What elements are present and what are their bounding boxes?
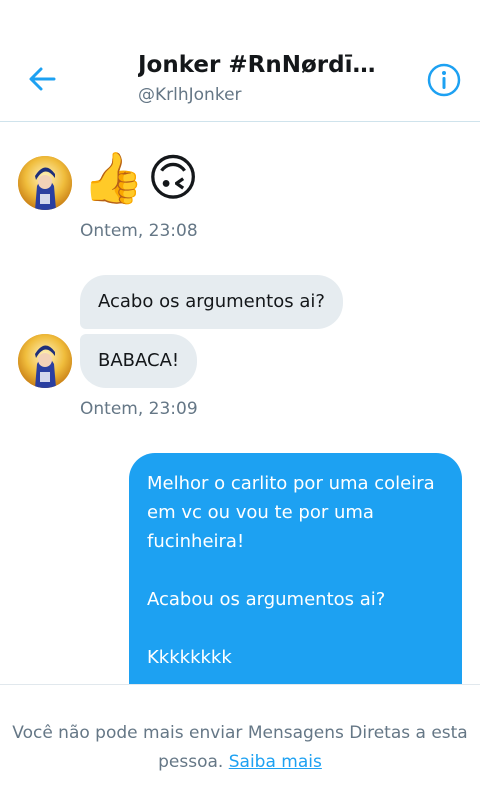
message-line: fucinheira! bbox=[147, 531, 245, 552]
conversation-title[interactable]: Jonker #RnNørdīčø... bbox=[138, 52, 388, 78]
message-line: Kkkkkkkk bbox=[147, 647, 232, 668]
conversation-header: Jonker #RnNørdīčø... @KrlhJonker bbox=[0, 0, 480, 122]
avatar-image bbox=[18, 334, 72, 388]
incoming-message-bubble[interactable]: BABACA! bbox=[80, 334, 198, 388]
thumbs-up-emoji: 👍 bbox=[82, 149, 145, 207]
learn-more-link[interactable]: Saiba mais bbox=[229, 752, 322, 772]
avatar[interactable] bbox=[18, 334, 72, 388]
upside-down-face-emoji: 🙃 bbox=[147, 149, 200, 207]
dm-disabled-footer: Você não pode mais enviar Mensagens Dire… bbox=[0, 684, 480, 800]
avatar-image bbox=[18, 156, 72, 210]
outgoing-message-bubble[interactable]: Melhor o carlito por uma coleira em vc o… bbox=[129, 453, 462, 713]
arrow-left-icon[interactable] bbox=[26, 63, 58, 95]
incoming-message-bubble[interactable]: Acabo os argumentos ai? bbox=[80, 275, 343, 329]
message-line: Melhor o carlito por uma coleira bbox=[147, 473, 435, 494]
message-timestamp: Ontem, 23:09 bbox=[80, 399, 198, 419]
message-line: Acabou os argumentos ai? bbox=[147, 589, 386, 610]
message-timestamp: Ontem, 23:08 bbox=[80, 221, 198, 241]
conversation-handle[interactable]: @KrlhJonker bbox=[138, 85, 242, 105]
avatar[interactable] bbox=[18, 156, 72, 210]
message-line: em vc ou vou te por uma bbox=[147, 502, 374, 523]
info-icon[interactable] bbox=[427, 63, 461, 97]
